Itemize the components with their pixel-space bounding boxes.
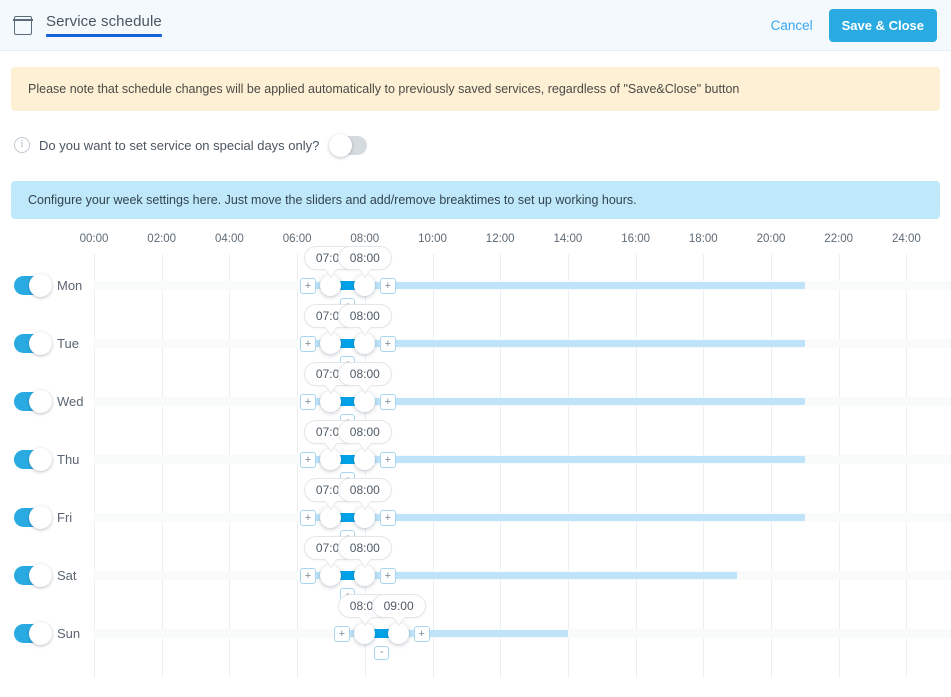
toggle-knob xyxy=(29,448,52,471)
break-start-handle[interactable] xyxy=(320,449,342,470)
open-track-right[interactable] xyxy=(373,514,805,521)
open-track-right[interactable] xyxy=(373,456,805,463)
special-days-toggle[interactable] xyxy=(329,133,368,157)
add-breaktime-right-button[interactable]: + xyxy=(379,278,396,294)
break-start-handle[interactable] xyxy=(320,565,342,586)
warning-banner-text: Please note that schedule changes will b… xyxy=(28,81,740,96)
break-start-handle[interactable] xyxy=(320,507,342,528)
axis-tick: 22:00 xyxy=(824,233,854,245)
open-track-right[interactable] xyxy=(373,340,805,347)
info-banner-text: Configure your week settings here. Just … xyxy=(28,192,637,207)
add-breaktime-left-button[interactable]: + xyxy=(333,626,350,642)
axis-tick: 10:00 xyxy=(418,233,447,245)
day-toggle-fri[interactable] xyxy=(14,506,52,529)
add-breaktime-left-button[interactable]: + xyxy=(299,278,316,294)
day-label-tue: Tue xyxy=(57,336,79,351)
toggle-knob xyxy=(29,622,52,645)
add-breaktime-right-button[interactable]: + xyxy=(379,336,396,352)
axis-tick: 14:00 xyxy=(553,233,583,245)
open-track-right[interactable] xyxy=(407,630,568,637)
day-row: Wed++-07:0008:00 xyxy=(0,362,951,428)
toggle-knob xyxy=(329,133,353,157)
open-track-right[interactable] xyxy=(373,282,805,289)
axis-tick: 24:00 xyxy=(892,233,921,245)
open-track-right[interactable] xyxy=(373,572,738,579)
header-actions: Cancel Save & Close xyxy=(771,8,937,42)
break-end-tooltip: 08:00 xyxy=(337,246,392,270)
special-days-row: i Do you want to set service on special … xyxy=(0,133,951,157)
add-breaktime-right-button[interactable]: + xyxy=(379,394,396,410)
day-toggle-sat[interactable] xyxy=(14,564,52,587)
page-title: Service schedule xyxy=(46,13,162,30)
day-label-sat: Sat xyxy=(57,568,77,583)
day-toggle-thu[interactable] xyxy=(14,448,52,471)
axis-tick: 06:00 xyxy=(282,233,312,245)
axis-tick: 08:00 xyxy=(350,233,380,245)
add-breaktime-right-button[interactable]: + xyxy=(413,626,430,642)
axis-tick: 20:00 xyxy=(756,233,786,245)
calendar-icon xyxy=(13,15,33,35)
warning-banner: Please note that schedule changes will b… xyxy=(11,67,940,111)
toggle-knob xyxy=(29,390,52,413)
save-and-close-button[interactable]: Save & Close xyxy=(828,8,937,42)
app-header: Service schedule Cancel Save & Close xyxy=(0,0,951,51)
toggle-knob xyxy=(29,506,52,529)
day-rows: Mon++-07:0008:00Tue++-07:0008:00Wed++-07… xyxy=(0,246,951,678)
day-toggle-wed[interactable] xyxy=(14,390,52,413)
day-toggle-sun[interactable] xyxy=(14,622,52,645)
day-row: Tue++-07:0008:00 xyxy=(0,304,951,370)
info-circle-icon: i xyxy=(14,137,30,153)
break-start-handle[interactable] xyxy=(320,333,342,354)
add-breaktime-left-button[interactable]: + xyxy=(299,452,316,468)
special-days-label: Do you want to set service on special da… xyxy=(39,137,320,153)
break-end-tooltip: 08:00 xyxy=(337,304,392,328)
day-row: Sat++-07:0008:00 xyxy=(0,536,951,602)
day-label-sun: Sun xyxy=(57,626,81,641)
break-end-tooltip: 08:00 xyxy=(337,478,392,502)
day-label-wed: Wed xyxy=(57,394,84,409)
axis-tick: 00:00 xyxy=(79,233,109,245)
day-label-thu: Thu xyxy=(57,452,80,467)
add-breaktime-right-button[interactable]: + xyxy=(379,452,396,468)
day-label-fri: Fri xyxy=(57,510,73,525)
info-banner: Configure your week settings here. Just … xyxy=(11,181,940,219)
break-end-tooltip: 08:00 xyxy=(337,362,392,386)
time-axis: 00:00 02:00 04:00 06:00 08:00 10:00 12:00 14:00… xyxy=(0,233,951,253)
toggle-knob xyxy=(29,564,52,587)
page-title-wrap: Service schedule xyxy=(46,13,162,37)
page-title-underline xyxy=(46,34,162,37)
day-label-mon: Mon xyxy=(57,278,83,293)
day-row: Sun + + -08:00 09:00 xyxy=(0,594,951,660)
add-breaktime-left-button[interactable]: + xyxy=(299,394,316,410)
day-toggle-mon[interactable] xyxy=(14,274,52,297)
cancel-button[interactable]: Cancel xyxy=(771,18,813,33)
add-breaktime-left-button[interactable]: + xyxy=(299,510,316,526)
break-end-tooltip: 08:00 xyxy=(337,420,392,444)
open-track-right[interactable] xyxy=(373,398,805,405)
break-start-handle[interactable] xyxy=(320,275,342,296)
day-row: Fri++-07:0008:00 xyxy=(0,478,951,544)
axis-tick: 02:00 xyxy=(147,233,177,245)
add-breaktime-left-button[interactable]: + xyxy=(299,336,316,352)
add-breaktime-right-button[interactable]: + xyxy=(379,568,396,584)
break-end-tooltip: 09:00 xyxy=(371,594,426,618)
axis-tick: 16:00 xyxy=(621,233,650,245)
break-end-tooltip: 08:00 xyxy=(337,536,392,560)
break-start-handle[interactable] xyxy=(320,391,342,412)
toggle-knob xyxy=(29,274,52,297)
day-toggle-tue[interactable] xyxy=(14,332,52,355)
toggle-knob xyxy=(29,332,52,355)
day-row: Thu++-07:0008:00 xyxy=(0,420,951,486)
add-breaktime-right-button[interactable]: + xyxy=(379,510,396,526)
remove-breaktime-button[interactable]: - xyxy=(374,646,390,660)
axis-tick: 18:00 xyxy=(688,233,718,245)
week-schedule: 00:00 02:00 04:00 06:00 08:00 10:00 12:00 14:00… xyxy=(0,233,951,678)
axis-tick: 04:00 xyxy=(215,233,244,245)
add-breaktime-left-button[interactable]: + xyxy=(299,568,316,584)
day-row: Mon++-07:0008:00 xyxy=(0,246,951,312)
axis-tick: 12:00 xyxy=(485,233,515,245)
